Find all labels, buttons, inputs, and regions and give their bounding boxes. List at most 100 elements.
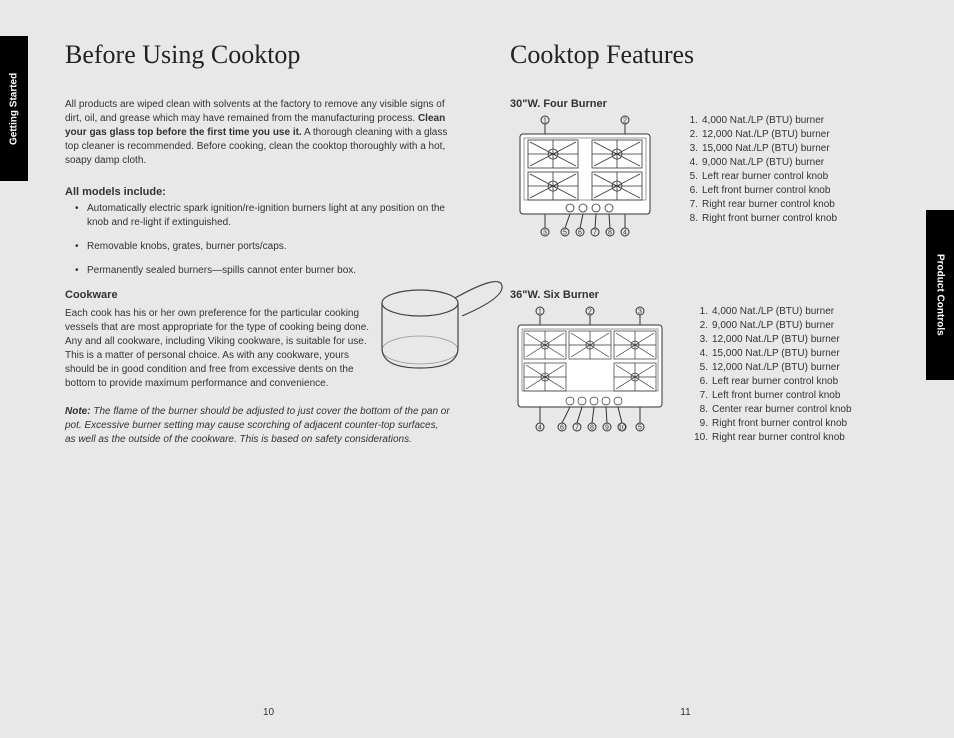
legend-row: 8.Right front burner control knob [680,212,837,226]
svg-text:4: 4 [623,230,627,237]
svg-text:10: 10 [618,425,626,432]
cooktop-six-burner-diagram: 1 2 3 [510,305,670,440]
four-burner-legend: 1.4,000 Nat./LP (BTU) burner2.12,000 Nat… [680,114,837,226]
legend-row: 6.Left rear burner control knob [690,375,852,389]
legend-number: 6. [690,375,712,389]
left-page-title: Before Using Cooktop [65,40,450,70]
svg-text:2: 2 [588,309,592,316]
left-page-number: 10 [0,707,477,718]
legend-text: Left rear burner control knob [712,375,838,389]
legend-text: 9,000 Nat./LP (BTU) burner [702,156,824,170]
legend-text: Center rear burner control knob [712,403,852,417]
legend-number: 4. [690,347,712,361]
section-tab-product-controls: Product Controls [926,210,954,380]
all-models-heading: All models include: [65,186,450,198]
six-burner-heading: 36"W. Six Burner [510,289,895,301]
right-page-title: Cooktop Features [510,40,895,70]
legend-text: 12,000 Nat./LP (BTU) burner [712,361,840,375]
svg-text:1: 1 [543,118,547,125]
legend-number: 9. [690,417,712,431]
legend-text: Left rear burner control knob [702,170,828,184]
legend-text: Right front burner control knob [702,212,837,226]
legend-text: 12,000 Nat./LP (BTU) burner [712,333,840,347]
legend-text: 12,000 Nat./LP (BTU) burner [702,128,830,142]
right-page-number: 11 [477,707,954,718]
page-numbers: 10 11 [0,707,954,718]
legend-text: Left front burner control knob [712,389,840,403]
legend-row: 7.Left front burner control knob [690,389,852,403]
six-burner-section: 36"W. Six Burner 1 2 3 [510,289,895,445]
legend-number: 7. [690,389,712,403]
svg-text:6: 6 [560,425,564,432]
legend-row: 3.15,000 Nat./LP (BTU) burner [680,142,837,156]
legend-row: 9.Right front burner control knob [690,417,852,431]
legend-row: 10.Right rear burner control knob [690,431,852,445]
six-burner-legend: 1.4,000 Nat./LP (BTU) burner2.9,000 Nat.… [690,305,852,445]
note-label: Note: [65,406,91,417]
legend-text: Right rear burner control knob [712,431,845,445]
four-burner-heading: 30"W. Four Burner [510,98,895,110]
legend-text: Right rear burner control knob [702,198,835,212]
svg-text:5: 5 [638,425,642,432]
legend-text: 9,000 Nat./LP (BTU) burner [712,319,834,333]
legend-number: 7. [680,198,702,212]
cookware-section: Cookware Each cook has his or her own pr… [65,288,450,391]
four-burner-section: 30"W. Four Burner 1 2 [510,98,895,244]
list-item: Removable knobs, grates, burner ports/ca… [75,240,450,254]
left-page: Before Using Cooktop All products are wi… [65,40,450,490]
legend-row: 4.15,000 Nat./LP (BTU) burner [690,347,852,361]
legend-row: 6.Left front burner control knob [680,184,837,198]
right-page: Cooktop Features 30"W. Four Burner 1 2 [510,40,895,490]
saucepan-icon [370,278,505,378]
legend-row: 8.Center rear burner control knob [690,403,852,417]
page-spread: Before Using Cooktop All products are wi… [0,0,954,510]
legend-row: 2.12,000 Nat./LP (BTU) burner [680,128,837,142]
note-body: The flame of the burner should be adjust… [65,406,450,445]
svg-text:8: 8 [590,425,594,432]
cooktop-four-burner-diagram: 1 2 [510,114,660,244]
legend-row: 5.12,000 Nat./LP (BTU) burner [690,361,852,375]
legend-row: 1.4,000 Nat./LP (BTU) burner [680,114,837,128]
svg-text:5: 5 [563,230,567,237]
svg-text:7: 7 [575,425,579,432]
svg-text:2: 2 [623,118,627,125]
cookware-body: Each cook has his or her own preference … [65,307,375,391]
legend-number: 3. [690,333,712,347]
all-models-list: Automatically electric spark ignition/re… [75,202,450,278]
legend-number: 1. [680,114,702,128]
note-paragraph: Note: The flame of the burner should be … [65,405,450,447]
legend-number: 10. [690,431,712,445]
svg-text:7: 7 [593,230,597,237]
list-item: Automatically electric spark ignition/re… [75,202,450,230]
legend-number: 8. [690,403,712,417]
svg-text:1: 1 [538,309,542,316]
legend-number: 8. [680,212,702,226]
legend-text: 4,000 Nat./LP (BTU) burner [702,114,824,128]
svg-text:8: 8 [608,230,612,237]
legend-number: 2. [690,319,712,333]
section-tab-getting-started: Getting Started [0,36,28,181]
legend-text: Left front burner control knob [702,184,830,198]
legend-text: Right front burner control knob [712,417,847,431]
legend-number: 4. [680,156,702,170]
intro-paragraph: All products are wiped clean with solven… [65,98,450,168]
svg-text:3: 3 [543,230,547,237]
legend-row: 5.Left rear burner control knob [680,170,837,184]
svg-text:9: 9 [605,425,609,432]
list-item: Permanently sealed burners—spills cannot… [75,264,450,278]
legend-number: 1. [690,305,712,319]
intro-prefix: All products are wiped clean with solven… [65,99,445,124]
legend-row: 1.4,000 Nat./LP (BTU) burner [690,305,852,319]
legend-row: 3.12,000 Nat./LP (BTU) burner [690,333,852,347]
legend-number: 5. [690,361,712,375]
svg-text:4: 4 [538,425,542,432]
legend-text: 4,000 Nat./LP (BTU) burner [712,305,834,319]
legend-number: 3. [680,142,702,156]
legend-number: 2. [680,128,702,142]
legend-number: 5. [680,170,702,184]
legend-number: 6. [680,184,702,198]
legend-row: 7.Right rear burner control knob [680,198,837,212]
legend-text: 15,000 Nat./LP (BTU) burner [702,142,830,156]
legend-row: 2.9,000 Nat./LP (BTU) burner [690,319,852,333]
legend-row: 4.9,000 Nat./LP (BTU) burner [680,156,837,170]
